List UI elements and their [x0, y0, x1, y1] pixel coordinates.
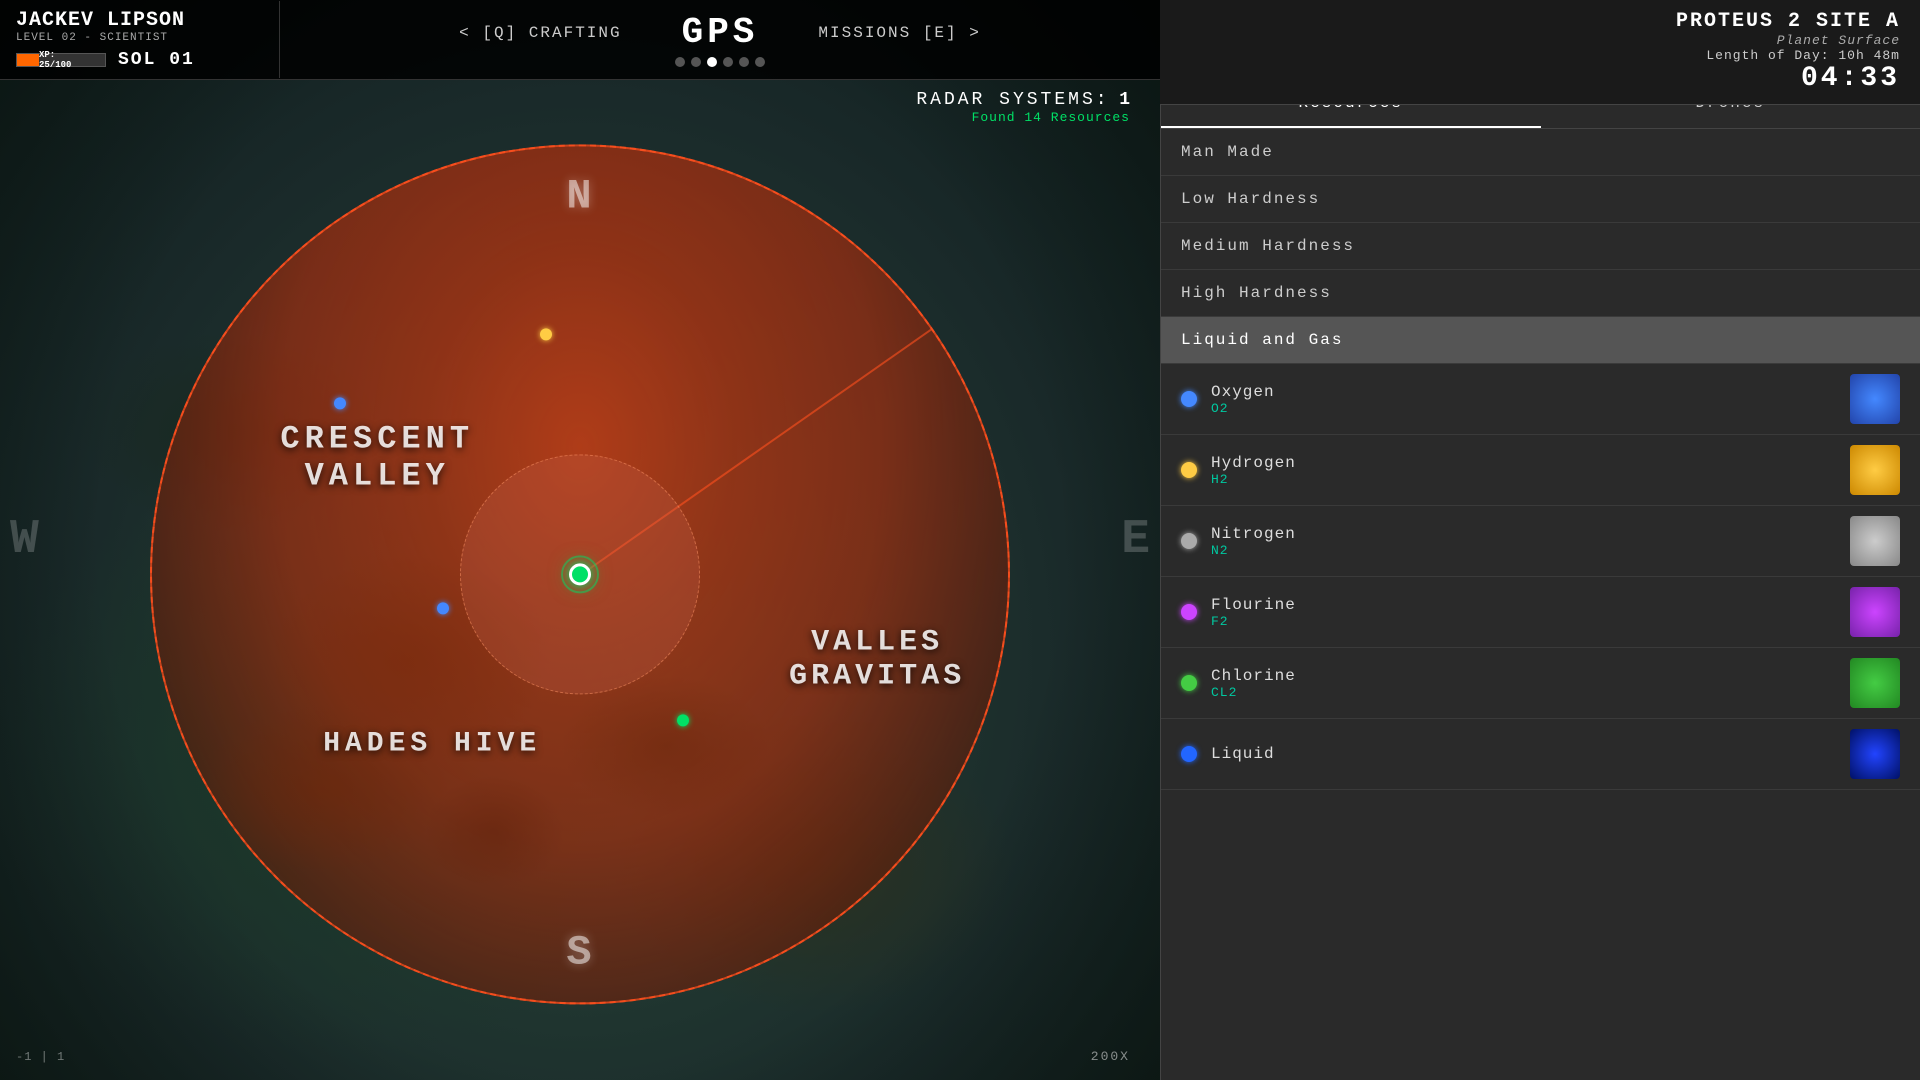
liquid-info: Liquid [1211, 745, 1840, 763]
category-high-hardness[interactable]: High Hardness [1161, 270, 1920, 317]
nitrogen-info: Nitrogen N2 [1211, 525, 1840, 558]
flourine-thumbnail [1850, 587, 1900, 637]
resource-dot [334, 397, 346, 409]
nav-dot-1[interactable] [675, 57, 685, 67]
resource-item-liquid[interactable]: Liquid [1161, 719, 1920, 790]
day-length: Length of Day: 10h 48m [1180, 48, 1900, 63]
chlorine-name: Chlorine [1211, 667, 1840, 685]
nav-dot-2[interactable] [691, 57, 701, 67]
category-liquid-and-gas[interactable]: Liquid and Gas [1161, 317, 1920, 364]
resource-item-oxygen[interactable]: Oxygen O2 [1161, 364, 1920, 435]
flourine-info: Flourine F2 [1211, 596, 1840, 629]
flourine-name: Flourine [1211, 596, 1840, 614]
zone-label-valles-gravitas: VALLES GRAVITAS [789, 626, 965, 694]
category-man-made[interactable]: Man Made [1161, 129, 1920, 176]
oxygen-info: Oxygen O2 [1211, 383, 1840, 416]
chlorine-thumbnail [1850, 658, 1900, 708]
zone-label-crescent-valley: CRESCENT VALLEY [280, 420, 474, 494]
hydrogen-info: Hydrogen H2 [1211, 454, 1840, 487]
missions-nav-button[interactable]: MISSIONS [E] > [818, 24, 980, 42]
hydrogen-formula: H2 [1211, 472, 1840, 487]
time-display: 04:33 [1180, 63, 1900, 94]
xp-bar: XP: 25/100 [16, 53, 106, 67]
coords-display: -1 | 1 [16, 1050, 65, 1064]
right-panel: PROTEUS 2 SITE A Planet Surface Length o… [1160, 0, 1920, 1080]
radar-info: RADAR SYSTEMS: 1 Found 14 Resources [916, 90, 1130, 125]
oxygen-dot [1181, 391, 1197, 407]
nav-dot-3[interactable] [707, 57, 717, 67]
compass-north: N [566, 172, 593, 220]
liquid-dot [1181, 746, 1197, 762]
nav-dots [675, 57, 765, 67]
resource-dot [677, 714, 689, 726]
liquid-name: Liquid [1211, 745, 1840, 763]
crafting-nav-button[interactable]: < [Q] CRAFTING [459, 24, 621, 42]
category-medium-hardness[interactable]: Medium Hardness [1161, 223, 1920, 270]
category-low-hardness[interactable]: Low Hardness [1161, 176, 1920, 223]
compass-west: W [10, 513, 39, 567]
chlorine-formula: CL2 [1211, 685, 1840, 700]
radar-label: RADAR SYSTEMS: [916, 90, 1109, 110]
hydrogen-thumbnail [1850, 445, 1900, 495]
radar-count: 1 [1119, 90, 1130, 110]
planet-surface: Planet Surface [1180, 33, 1900, 48]
nitrogen-formula: N2 [1211, 543, 1840, 558]
nav-dot-5[interactable] [739, 57, 749, 67]
top-right-info: PROTEUS 2 SITE A Planet Surface Length o… [1160, 0, 1920, 105]
compass-south: S [566, 929, 593, 977]
nav-center: < [Q] CRAFTING GPS MISSIONS [E] > [280, 12, 1160, 67]
resource-item-chlorine[interactable]: Chlorine CL2 [1161, 648, 1920, 719]
map-area: CRESCENT VALLEY VALLES GRAVITAS HADES HI… [0, 0, 1160, 1080]
resource-dot [437, 603, 449, 615]
nitrogen-name: Nitrogen [1211, 525, 1840, 543]
flourine-formula: F2 [1211, 614, 1840, 629]
header: JACKEV LIPSON LEVEL 02 - SCIENTIST XP: 2… [0, 0, 1160, 80]
zoom-level: 200X [1091, 1049, 1130, 1064]
xp-bar-fill [17, 54, 39, 66]
radar-found: Found 14 Resources [916, 110, 1130, 125]
nitrogen-dot [1181, 533, 1197, 549]
player-marker [569, 563, 591, 585]
xp-text: XP: 25/100 [39, 50, 83, 70]
gps-title: GPS [682, 12, 759, 53]
chlorine-dot [1181, 675, 1197, 691]
compass-east: E [1121, 513, 1150, 567]
resource-dot [540, 329, 552, 341]
zone-label-hades-hive: HADES HIVE [323, 728, 541, 759]
sol-display: SOL 01 [118, 50, 195, 70]
resource-item-flourine[interactable]: Flourine F2 [1161, 577, 1920, 648]
nav-buttons: < [Q] CRAFTING GPS MISSIONS [E] > [459, 12, 981, 53]
hydrogen-dot [1181, 462, 1197, 478]
nitrogen-thumbnail [1850, 516, 1900, 566]
nav-dot-6[interactable] [755, 57, 765, 67]
player-name: JACKEV LIPSON [16, 9, 263, 32]
hydrogen-name: Hydrogen [1211, 454, 1840, 472]
oxygen-thumbnail [1850, 374, 1900, 424]
resource-item-nitrogen[interactable]: Nitrogen N2 [1161, 506, 1920, 577]
player-info: JACKEV LIPSON LEVEL 02 - SCIENTIST XP: 2… [0, 1, 280, 78]
radar-circle: CRESCENT VALLEY VALLES GRAVITAS HADES HI… [150, 144, 1010, 1004]
xp-row: XP: 25/100 SOL 01 [16, 50, 263, 70]
chlorine-info: Chlorine CL2 [1211, 667, 1840, 700]
oxygen-formula: O2 [1211, 401, 1840, 416]
flourine-dot [1181, 604, 1197, 620]
player-level: LEVEL 02 - SCIENTIST [16, 32, 263, 44]
nav-dot-4[interactable] [723, 57, 733, 67]
oxygen-name: Oxygen [1211, 383, 1840, 401]
resource-list: Man Made Low Hardness Medium Hardness Hi… [1161, 129, 1920, 790]
site-title: PROTEUS 2 SITE A [1180, 10, 1900, 33]
liquid-thumbnail [1850, 729, 1900, 779]
resource-item-hydrogen[interactable]: Hydrogen H2 [1161, 435, 1920, 506]
